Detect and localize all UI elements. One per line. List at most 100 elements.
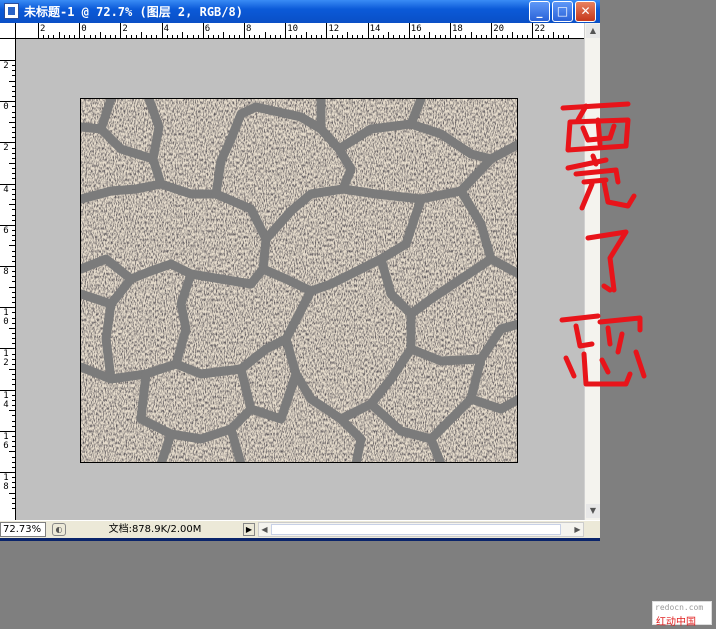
ruler-tick bbox=[290, 35, 292, 38]
document-canvas[interactable] bbox=[80, 98, 518, 463]
ruler-origin[interactable] bbox=[0, 23, 16, 39]
scroll-left-icon[interactable]: ◀ bbox=[259, 524, 270, 535]
scroll-up-icon[interactable]: ▲ bbox=[586, 24, 600, 38]
ruler-tick bbox=[12, 111, 15, 113]
ruler-tick bbox=[300, 35, 302, 38]
ruler-tick bbox=[501, 35, 503, 38]
ruler-tick bbox=[12, 65, 15, 67]
horizontal-scrollbar[interactable]: ◀ ▶ bbox=[258, 522, 584, 537]
ruler-tick bbox=[12, 322, 15, 324]
ruler-tick bbox=[12, 75, 15, 77]
ruler-tick bbox=[12, 302, 15, 304]
ruler-tick bbox=[12, 291, 15, 293]
ruler-tick bbox=[12, 508, 15, 510]
ruler-label: 4 bbox=[163, 24, 170, 34]
ruler-tick bbox=[12, 214, 15, 216]
ruler-tick bbox=[12, 271, 15, 273]
ruler-tick bbox=[12, 374, 15, 376]
ruler-tick bbox=[12, 502, 15, 504]
ruler-label: 22 bbox=[534, 24, 546, 34]
ruler-tick bbox=[516, 35, 518, 38]
ruler-tick bbox=[429, 32, 431, 38]
ruler-label: 6 bbox=[3, 225, 9, 236]
ruler-tick bbox=[12, 461, 15, 463]
ruler-tick bbox=[0, 224, 15, 226]
ruler-tick bbox=[439, 35, 441, 38]
ruler-tick bbox=[12, 255, 15, 257]
title-bar[interactable]: 未标题-1 @ 72.7% (图层 2, RGB/8) _ □ ✕ bbox=[0, 0, 600, 23]
ruler-tick bbox=[9, 369, 15, 370]
ruler-tick bbox=[244, 23, 245, 38]
ruler-tick bbox=[491, 23, 493, 38]
scroll-right-icon[interactable]: ▶ bbox=[572, 524, 583, 535]
ruler-tick bbox=[99, 32, 101, 38]
watermark-logo: redocn.com 红动中国 bbox=[652, 601, 712, 628]
ruler-tick bbox=[38, 23, 39, 38]
ruler-tick bbox=[547, 35, 549, 38]
ruler-tick bbox=[12, 209, 15, 211]
ruler-tick bbox=[280, 35, 282, 38]
ruler-tick bbox=[12, 343, 15, 345]
ruler-tick bbox=[43, 35, 45, 38]
zoom-level-field[interactable]: 72.73% bbox=[0, 522, 46, 537]
ruler-tick bbox=[352, 35, 354, 38]
ruler-tick bbox=[12, 487, 15, 489]
ruler-tick bbox=[58, 32, 60, 38]
ruler-tick bbox=[506, 35, 508, 38]
maximize-button[interactable]: □ bbox=[552, 1, 573, 22]
ruler-label: 8 bbox=[3, 267, 9, 277]
ruler-tick bbox=[12, 456, 15, 458]
ruler-tick bbox=[9, 163, 15, 164]
horizontal-ruler[interactable]: 2 0 2 4 6 8 10 12 14 16 18 20 22 bbox=[16, 23, 584, 39]
canvas-area[interactable] bbox=[16, 39, 584, 520]
ruler-tick bbox=[12, 317, 15, 319]
ruler-tick bbox=[264, 32, 266, 38]
ruler-tick bbox=[202, 23, 204, 38]
version-cue-icon[interactable]: ◐ bbox=[52, 523, 66, 536]
ruler-tick bbox=[12, 147, 15, 149]
minimize-button[interactable]: _ bbox=[529, 1, 550, 22]
ruler-tick bbox=[388, 32, 390, 38]
ruler-label: 10 bbox=[3, 308, 9, 328]
ruler-tick bbox=[12, 405, 15, 407]
close-button[interactable]: ✕ bbox=[575, 1, 596, 22]
ruler-tick bbox=[12, 199, 15, 201]
ruler-tick bbox=[249, 35, 251, 38]
ruler-tick bbox=[377, 35, 379, 38]
stone-pavement-texture bbox=[81, 99, 517, 462]
scrollbar-thumb[interactable] bbox=[271, 524, 561, 535]
ruler-tick bbox=[321, 35, 323, 38]
ruler-tick bbox=[336, 35, 338, 38]
ruler-tick bbox=[9, 286, 15, 288]
ruler-tick bbox=[12, 132, 15, 134]
ruler-tick bbox=[12, 106, 15, 108]
ruler-tick bbox=[511, 32, 513, 38]
document-size-info[interactable]: 文档:878.9K/2.00M bbox=[70, 522, 240, 537]
ruler-tick bbox=[9, 327, 15, 329]
ruler-tick bbox=[419, 35, 421, 38]
status-menu-arrow-icon[interactable]: ▶ bbox=[243, 523, 255, 536]
ruler-tick bbox=[74, 35, 76, 38]
ruler-tick bbox=[537, 35, 539, 38]
ruler-tick bbox=[0, 472, 15, 473]
scroll-down-icon[interactable]: ▼ bbox=[586, 504, 600, 518]
ruler-tick bbox=[486, 35, 488, 38]
ruler-tick bbox=[12, 276, 15, 278]
ruler-tick bbox=[9, 410, 15, 412]
ruler-tick bbox=[274, 35, 276, 38]
vertical-ruler[interactable]: 2 0 2 4 6 8 10 12 14 16 18 bbox=[0, 39, 16, 520]
ruler-tick bbox=[151, 35, 153, 38]
ruler-tick bbox=[12, 219, 15, 221]
ruler-tick bbox=[89, 35, 91, 38]
ruler-tick bbox=[331, 35, 333, 38]
ruler-tick bbox=[450, 23, 451, 38]
ruler-tick bbox=[12, 235, 15, 237]
ruler-tick bbox=[141, 32, 142, 38]
ruler-tick bbox=[9, 204, 15, 206]
ruler-tick bbox=[295, 35, 297, 38]
ruler-tick bbox=[12, 168, 15, 170]
ruler-tick bbox=[130, 35, 132, 38]
ruler-tick bbox=[12, 420, 15, 422]
ruler-tick bbox=[213, 35, 215, 38]
ruler-label: 14 bbox=[369, 24, 381, 34]
